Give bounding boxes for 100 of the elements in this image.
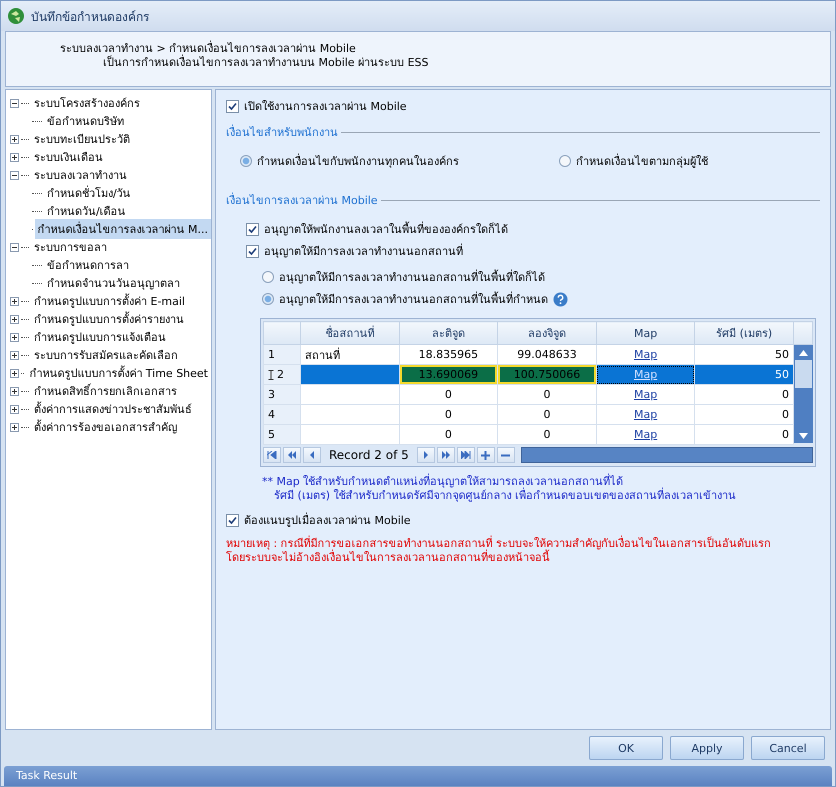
table-cell: 0 [694, 384, 794, 404]
radio-label: กำหนดเงื่อนไขตามกลุ่มผู้ใช้ [576, 152, 708, 170]
dialog-button[interactable]: Cancel [751, 736, 825, 760]
tree-item[interactable]: ระบบทะเบียนประวัติ [31, 129, 133, 149]
collapse-icon[interactable] [10, 170, 19, 180]
tree-item[interactable]: ข้อกำหนดบริษัท [44, 111, 127, 131]
description-text: เป็นการกำหนดเงื่อนไขการลงเวลาทำงานบน Mobile ผ่านระบบ ESS [102, 56, 430, 70]
expand-icon[interactable] [10, 152, 19, 162]
section-title: เงื่อนไขการลงเวลาผ่าน Mobile [226, 192, 378, 209]
delete-record-button[interactable] [496, 447, 515, 463]
table-cell: 0 [498, 404, 596, 424]
tree-item[interactable]: กำหนดจำนวนวันอนุญาตลา [44, 273, 183, 293]
tree-item[interactable]: กำหนดสิทธิ์การยกเลิกเอกสาร [31, 381, 180, 401]
expand-icon[interactable] [10, 350, 19, 360]
dialog-button[interactable]: OK [589, 736, 663, 760]
tree-item[interactable]: กำหนดรูปแบบการตั้งค่า E-mail [31, 291, 188, 311]
add-record-icon [481, 450, 490, 460]
column-header[interactable]: Map [596, 322, 695, 344]
note-text: รัศมี (เมตร) ใช้สำหรับกำหนดรัศมีจากจุดศูนย์กลาง เพื่อกำหนดขอบเขตของสถานที่ลงเวลาเข้างาน [273, 489, 738, 503]
map-link[interactable]: Map [634, 428, 658, 441]
map-link[interactable]: Map [634, 348, 658, 361]
checkbox-label: อนุญาตให้มีการลงเวลาทำงานนอกสถานที่ [264, 242, 463, 260]
radio-label: กำหนดเงื่อนไขกับพนักงานทุกคนในองค์กร [257, 152, 459, 170]
radio-label: อนุญาตให้มีการลงเวลาทำงานนอกสถานที่ในพื้นที่กำหนด [279, 290, 548, 308]
checkbox-label: อนุญาตให้พนักงานลงเวลาในพื้นที่ขององค์กรใดก็ได้ [264, 220, 508, 238]
window-title: บันทึกข้อกำหนดองค์กร [31, 8, 149, 26]
tree-item[interactable]: กำหนดรูปแบบการตั้งค่า Time Sheet [26, 363, 211, 383]
expand-icon[interactable] [10, 368, 19, 378]
previous-record-button[interactable] [303, 447, 321, 463]
row-number: 1 [264, 344, 300, 364]
tree-item[interactable]: ระบบการขอลา [31, 237, 110, 257]
tree-item[interactable]: ข้อกำหนดการลา [44, 255, 132, 275]
expand-icon[interactable] [10, 296, 19, 306]
expand-icon[interactable] [10, 404, 19, 414]
row-number: 4 [264, 404, 300, 424]
vertical-scrollbar[interactable] [794, 345, 812, 443]
tree-item[interactable]: ตั้งค่าการแสดงข่าวประชาสัมพันธ์ [31, 399, 195, 419]
tree-item[interactable]: กำหนดวัน/เดือน [44, 201, 129, 221]
collapse-icon[interactable] [10, 242, 19, 252]
table-cell: 0 [694, 424, 794, 444]
text-cursor-icon [268, 370, 274, 380]
previous-page-button[interactable] [283, 447, 301, 463]
first-record-icon [267, 451, 277, 459]
globe-icon [7, 7, 25, 25]
previous-page-icon [287, 451, 297, 459]
last-record-button[interactable] [456, 447, 475, 463]
add-record-button[interactable] [476, 447, 495, 463]
column-header[interactable]: ละติจูด [399, 322, 498, 344]
section-title: เงื่อนไขสำหรับพนักงาน [226, 124, 338, 141]
next-record-button[interactable] [416, 447, 435, 463]
next-page-button[interactable] [436, 447, 455, 463]
expand-icon[interactable] [10, 314, 19, 324]
horizontal-scrollbar[interactable] [520, 447, 813, 463]
map-link[interactable]: Map [634, 408, 658, 421]
row-number: 3 [264, 384, 300, 404]
expand-icon[interactable] [10, 422, 19, 432]
tree-item[interactable]: กำหนดเงื่อนไขการลงเวลาผ่าน M... [34, 219, 211, 239]
tree-item[interactable]: ระบบลงเวลาทำงาน [31, 165, 130, 185]
tree-item[interactable]: ระบบการรับสมัครและคัดเลือก [31, 345, 181, 365]
record-counter: Record 2 of 5 [328, 448, 410, 462]
last-record-icon [460, 451, 471, 459]
next-record-icon [422, 451, 429, 459]
map-link[interactable]: Map [634, 368, 658, 381]
dialog-button[interactable]: Apply [670, 736, 744, 760]
table-cell: 13.690069 [399, 364, 498, 384]
tree-item[interactable]: ระบบโครงสร้างองค์กร [31, 93, 143, 113]
tree-item[interactable]: ระบบเงินเดือน [31, 147, 106, 167]
map-link[interactable]: Map [634, 388, 658, 401]
checkbox-label: เปิดใช้งานการลงเวลาผ่าน Mobile [244, 99, 407, 115]
radio-button[interactable] [559, 155, 571, 167]
table-cell: 0 [399, 384, 498, 404]
note-text: ** Map ใช้สำหรับกำหนดตำแหน่งที่อนุญาตให้สามารถลงเวลานอกสถานที่ได้ [262, 475, 624, 488]
first-record-button[interactable] [263, 447, 281, 463]
column-header[interactable]: รัศมี (เมตร) [694, 322, 794, 344]
expand-icon[interactable] [10, 386, 19, 396]
expand-icon[interactable] [10, 332, 19, 342]
scroll-down-icon[interactable] [798, 432, 808, 438]
column-header[interactable]: ลองจิจูด [498, 322, 596, 344]
table-cell: 0 [498, 424, 596, 444]
checkbox[interactable] [246, 244, 259, 258]
radio-button[interactable] [262, 293, 274, 305]
collapse-icon[interactable] [10, 98, 19, 108]
scroll-up-icon[interactable] [798, 350, 808, 356]
previous-record-icon [309, 451, 315, 459]
tree-item[interactable]: ตั้งค่าการร้องขอเอกสารสำคัญ [31, 417, 180, 437]
breadcrumb: ระบบลงเวลาทำงาน > กำหนดเงื่อนไขการลงเวลาผ่าน Mobile [60, 42, 357, 55]
tree-item[interactable]: กำหนดรูปแบบการตั้งค่ารายงาน [31, 309, 187, 329]
column-header[interactable]: ชื่อสถานที่ [300, 322, 400, 344]
tree-item[interactable]: กำหนดชั่วโมง/วัน [44, 183, 134, 203]
radio-button[interactable] [240, 155, 252, 167]
radio-button[interactable] [262, 271, 274, 283]
table-cell: 100.750066 [498, 364, 596, 384]
expand-icon[interactable] [10, 134, 19, 144]
checkbox[interactable] [226, 514, 239, 526]
next-page-icon [440, 451, 451, 459]
table-cell: 0 [399, 404, 498, 424]
tree-item[interactable]: กำหนดรูปแบบการแจ้งเตือน [31, 327, 169, 347]
checkbox-label: ต้องแนบรูปเมื่อลงเวลาผ่าน Mobile [244, 512, 411, 529]
checkbox[interactable] [246, 222, 259, 236]
checkbox[interactable] [226, 100, 239, 112]
